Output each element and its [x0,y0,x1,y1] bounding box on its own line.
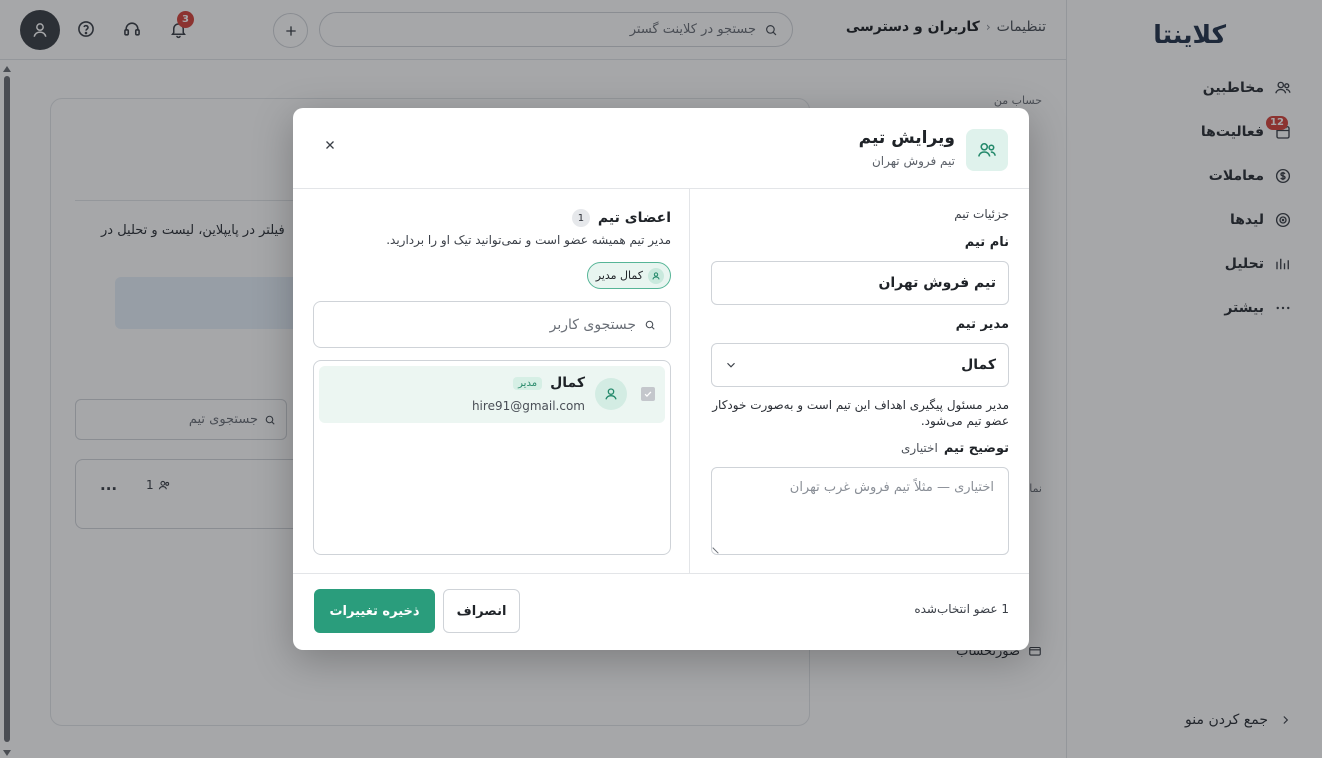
resize-handle[interactable] [712,542,724,554]
team-manager-select[interactable]: کمال [711,343,1009,387]
members-list: کمال مدیر hire91@gmail.com [313,360,671,555]
user-icon [648,267,664,284]
member-checkbox-disabled [641,387,655,401]
team-description-textarea[interactable]: اختیاری — مثلاً تیم فروش غرب تهران [711,467,1009,555]
team-name-label: نام تیم [965,235,1009,250]
selected-member-chip-label: کمال مدیر [595,269,643,282]
team-members-title: اعضای تیم 1 [571,209,671,227]
modal-header: ویرایش تیم تیم فروش تهران [293,108,1029,189]
team-manager-value: کمال [961,357,996,373]
member-name-line: کمال مدیر [513,375,585,391]
modal-subtitle: تیم فروش تهران [871,154,955,168]
edit-team-modal: ویرایش تیم تیم فروش تهران جزئیات تیم نام… [293,108,1029,650]
selected-member-chip: کمال مدیر [586,262,671,289]
team-description-label: توضیح تیم اختیاری [901,441,1009,456]
user-search-input[interactable]: جستجوی کاربر [313,301,671,348]
team-name-label-text: نام تیم [964,235,1009,250]
team-description-placeholder: اختیاری — مثلاً تیم فروش غرب تهران [789,480,994,495]
modal-footer: 1 عضو انتخاب‌شده انصراف ذخیره تغییرات [293,573,1029,650]
close-icon [324,139,336,151]
optional-tag: اختیاری [900,441,938,455]
member-role-badge: مدیر [513,376,543,390]
team-members-count: 1 [571,209,590,227]
team-members-description: مدیر تیم همیشه عضو است و نمی‌توانید تیک … [386,233,671,247]
member-name: کمال [550,375,585,391]
user-search-placeholder: جستجوی کاربر [549,316,636,333]
team-avatar [966,129,1008,171]
member-avatar [595,378,627,410]
team-manager-label-text: مدیر تیم [955,317,1009,332]
close-button[interactable] [321,136,339,154]
modal-title: ویرایش تیم [858,128,955,148]
search-icon [644,319,656,331]
users-icon [976,139,998,161]
save-changes-button[interactable]: ذخیره تغییرات [314,589,435,633]
cancel-button[interactable]: انصراف [443,589,520,633]
team-name-input[interactable]: تیم فروش تهران [711,261,1009,305]
chevron-down-icon [724,358,738,372]
team-manager-hint: مدیر مسئول پیگیری اهداف این تیم است و به… [712,398,1009,428]
list-item[interactable]: کمال مدیر hire91@gmail.com [319,366,665,423]
member-email: hire91@gmail.com [471,399,585,413]
team-name-value: تیم فروش تهران [878,275,996,291]
team-members-title-text: اعضای تیم [597,210,671,226]
team-description-label-text: توضیح تیم [943,441,1009,456]
team-manager-label: مدیر تیم [956,317,1009,332]
selected-members-count: 1 عضو انتخاب‌شده [914,602,1009,616]
column-divider [689,189,690,573]
user-icon [603,386,619,402]
team-details-title: جزئیات تیم [954,207,1009,221]
